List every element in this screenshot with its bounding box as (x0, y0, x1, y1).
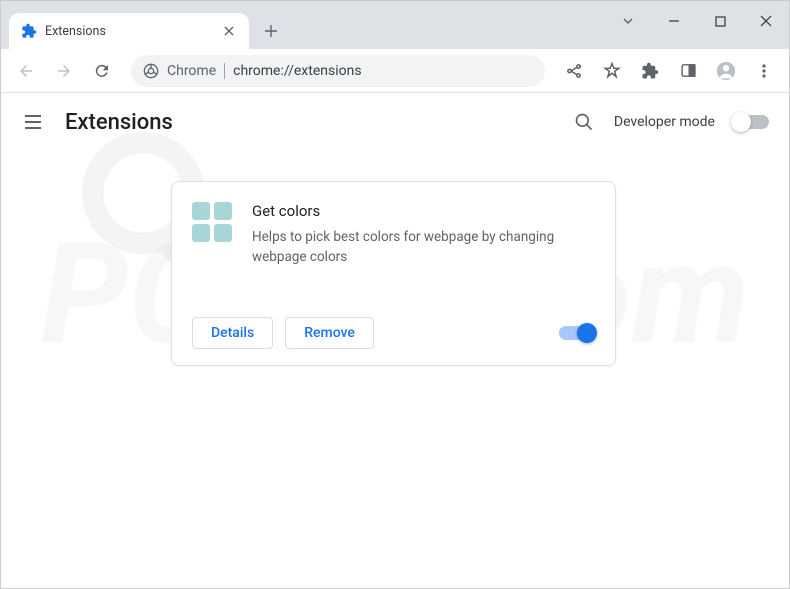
forward-button[interactable] (47, 54, 81, 88)
url-text: chrome://extensions (233, 63, 361, 79)
menu-button[interactable] (747, 54, 781, 88)
browser-toolbar: Chrome chrome://extensions (1, 49, 789, 93)
close-window-button[interactable] (743, 1, 789, 41)
remove-button[interactable]: Remove (285, 317, 374, 349)
back-button[interactable] (9, 54, 43, 88)
reload-button[interactable] (85, 54, 119, 88)
side-panel-button[interactable] (671, 54, 705, 88)
url-scheme-label: Chrome (167, 63, 216, 79)
browser-tab[interactable]: Extensions (9, 13, 249, 49)
extensions-page: Extensions Developer mode Get colors Hel… (1, 93, 789, 588)
chrome-icon (143, 63, 159, 79)
close-tab-icon[interactable] (221, 23, 237, 39)
developer-mode-label: Developer mode (614, 114, 715, 130)
search-extensions-button[interactable] (572, 110, 596, 134)
page-header: Extensions Developer mode (1, 93, 789, 151)
extension-app-icon (192, 202, 232, 242)
extension-name: Get colors (252, 202, 595, 220)
extension-description: Helps to pick best colors for webpage by… (252, 228, 595, 267)
extension-puzzle-icon (21, 23, 37, 39)
titlebar: Extensions (1, 1, 789, 49)
toggle-knob (731, 112, 751, 132)
address-bar[interactable]: Chrome chrome://extensions (131, 55, 545, 87)
tab-search-button[interactable] (605, 1, 651, 41)
profile-button[interactable] (709, 54, 743, 88)
header-actions: Developer mode (572, 110, 769, 134)
new-tab-button[interactable] (257, 17, 285, 45)
share-button[interactable] (557, 54, 591, 88)
main-menu-button[interactable] (21, 110, 45, 134)
extension-enable-toggle[interactable] (559, 326, 595, 340)
extensions-button[interactable] (633, 54, 667, 88)
developer-mode-toggle[interactable] (733, 115, 769, 129)
bookmark-button[interactable] (595, 54, 629, 88)
tab-title: Extensions (45, 24, 221, 39)
window-controls (605, 1, 789, 41)
minimize-button[interactable] (651, 1, 697, 41)
extension-card: Get colors Helps to pick best colors for… (171, 181, 616, 366)
toggle-knob (577, 323, 597, 343)
maximize-button[interactable] (697, 1, 743, 41)
page-title: Extensions (65, 110, 552, 135)
omnibox-divider (224, 63, 225, 79)
details-button[interactable]: Details (192, 317, 273, 349)
